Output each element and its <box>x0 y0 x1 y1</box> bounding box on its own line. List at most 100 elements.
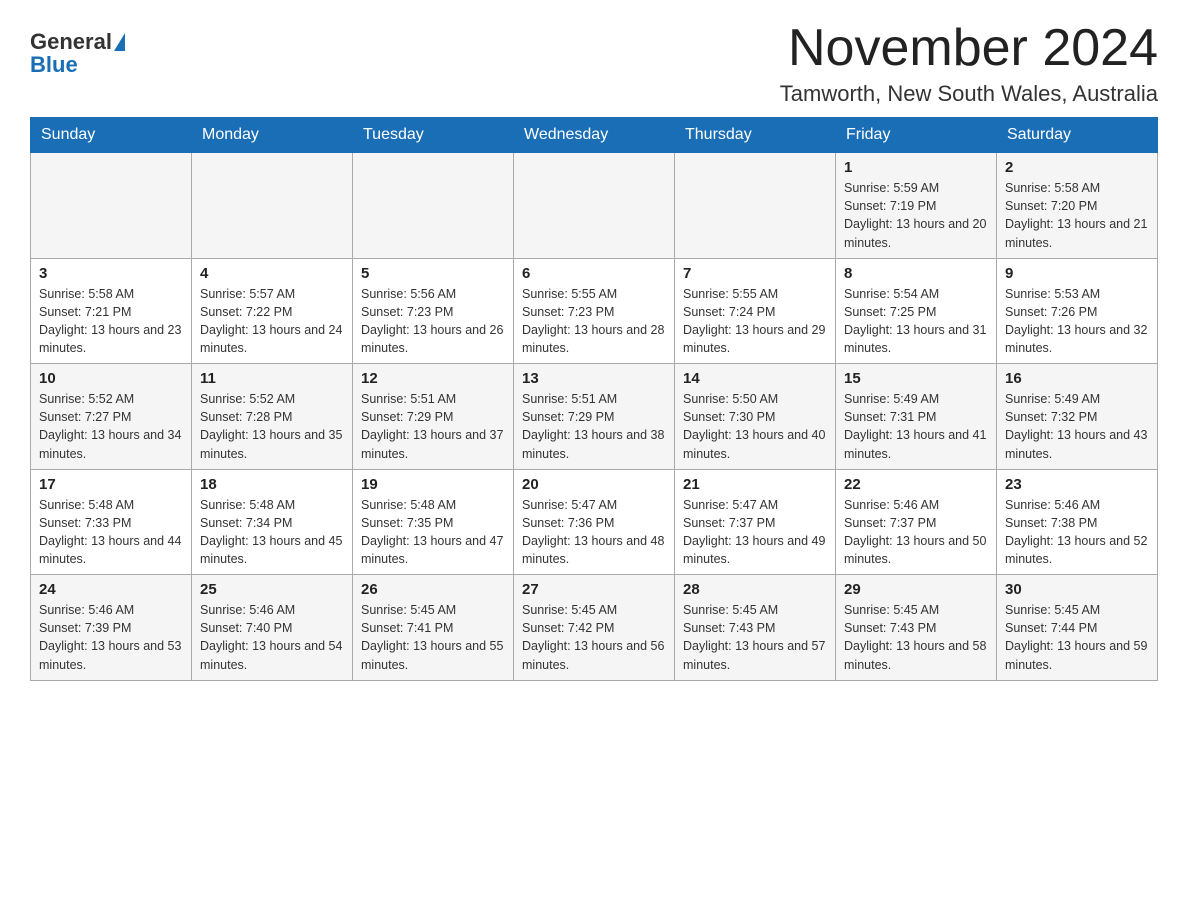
calendar-cell: 10 Sunrise: 5:52 AMSunset: 7:27 PMDayligh… <box>31 364 192 470</box>
day-number: 12 <box>361 370 505 387</box>
day-number: 19 <box>361 476 505 493</box>
calendar-cell: 1 Sunrise: 5:59 AMSunset: 7:19 PMDaylight… <box>836 153 997 259</box>
day-info: Sunrise: 5:58 AMSunset: 7:20 PMDaylight:… <box>1005 179 1149 252</box>
calendar-cell: 16Sunrise: 5:49 AMSunset: 7:32 PMDayligh… <box>997 364 1158 470</box>
calendar-cell: 4 Sunrise: 5:57 AMSunset: 7:22 PMDaylight… <box>192 258 353 364</box>
day-info: Sunrise: 5:55 AMSunset: 7:24 PMDaylight:… <box>683 285 827 358</box>
day-number: 27 <box>522 581 666 598</box>
day-info: Sunrise: 5:59 AMSunset: 7:19 PMDaylight:… <box>844 179 988 252</box>
day-info: Sunrise: 5:57 AMSunset: 7:22 PMDaylight:… <box>200 285 344 358</box>
day-info: Sunrise: 5:50 AMSunset: 7:30 PMDaylight:… <box>683 390 827 463</box>
day-info: Sunrise: 5:45 AMSunset: 7:44 PMDaylight:… <box>1005 601 1149 674</box>
calendar-cell: 25Sunrise: 5:46 AMSunset: 7:40 PMDayligh… <box>192 575 353 681</box>
calendar-cell: 2 Sunrise: 5:58 AMSunset: 7:20 PMDaylight… <box>997 153 1158 259</box>
calendar-cell: 29 Sunrise: 5:45 AMSunset: 7:43 PMDayligh… <box>836 575 997 681</box>
col-thursday: Thursday <box>675 118 836 153</box>
calendar-cell <box>675 153 836 259</box>
calendar-cell: 8 Sunrise: 5:54 AMSunset: 7:25 PMDaylight… <box>836 258 997 364</box>
day-number: 22 <box>844 476 988 493</box>
day-info: Sunrise: 5:54 AMSunset: 7:25 PMDaylight:… <box>844 285 988 358</box>
calendar-cell: 18Sunrise: 5:48 AMSunset: 7:34 PMDayligh… <box>192 469 353 575</box>
day-number: 9 <box>1005 265 1149 282</box>
day-number: 24 <box>39 581 183 598</box>
day-info: Sunrise: 5:48 AMSunset: 7:35 PMDaylight:… <box>361 496 505 569</box>
calendar-table: Sunday Monday Tuesday Wednesday Thursday… <box>30 117 1158 681</box>
day-number: 17 <box>39 476 183 493</box>
col-friday: Friday <box>836 118 997 153</box>
calendar-cell: 26 Sunrise: 5:45 AMSunset: 7:41 PMDayligh… <box>353 575 514 681</box>
day-info: Sunrise: 5:45 AMSunset: 7:43 PMDaylight:… <box>844 601 988 674</box>
day-number: 5 <box>361 265 505 282</box>
day-info: Sunrise: 5:47 AMSunset: 7:36 PMDaylight:… <box>522 496 666 569</box>
calendar-header-row: Sunday Monday Tuesday Wednesday Thursday… <box>31 118 1158 153</box>
day-number: 21 <box>683 476 827 493</box>
day-number: 1 <box>844 159 988 176</box>
col-monday: Monday <box>192 118 353 153</box>
calendar-cell <box>514 153 675 259</box>
day-info: Sunrise: 5:56 AMSunset: 7:23 PMDaylight:… <box>361 285 505 358</box>
day-number: 23 <box>1005 476 1149 493</box>
day-number: 20 <box>522 476 666 493</box>
header: General Blue November 2024 Tamworth, New… <box>30 20 1158 107</box>
day-info: Sunrise: 5:45 AMSunset: 7:43 PMDaylight:… <box>683 601 827 674</box>
col-saturday: Saturday <box>997 118 1158 153</box>
calendar-cell: 6 Sunrise: 5:55 AMSunset: 7:23 PMDaylight… <box>514 258 675 364</box>
day-info: Sunrise: 5:52 AMSunset: 7:27 PMDaylight:… <box>39 390 183 463</box>
calendar-cell: 12 Sunrise: 5:51 AMSunset: 7:29 PMDayligh… <box>353 364 514 470</box>
calendar-cell: 9 Sunrise: 5:53 AMSunset: 7:26 PMDaylight… <box>997 258 1158 364</box>
calendar-cell <box>31 153 192 259</box>
day-info: Sunrise: 5:51 AMSunset: 7:29 PMDaylight:… <box>522 390 666 463</box>
calendar-cell: 19 Sunrise: 5:48 AMSunset: 7:35 PMDayligh… <box>353 469 514 575</box>
calendar-cell: 30 Sunrise: 5:45 AMSunset: 7:44 PMDayligh… <box>997 575 1158 681</box>
col-sunday: Sunday <box>31 118 192 153</box>
calendar-week-row: 17 Sunrise: 5:48 AMSunset: 7:33 PMDayligh… <box>31 469 1158 575</box>
day-number: 2 <box>1005 159 1149 176</box>
calendar-week-row: 3 Sunrise: 5:58 AMSunset: 7:21 PMDaylight… <box>31 258 1158 364</box>
day-number: 10 <box>39 370 183 387</box>
calendar-cell: 28 Sunrise: 5:45 AMSunset: 7:43 PMDayligh… <box>675 575 836 681</box>
calendar-cell: 7 Sunrise: 5:55 AMSunset: 7:24 PMDaylight… <box>675 258 836 364</box>
calendar-cell: 14 Sunrise: 5:50 AMSunset: 7:30 PMDayligh… <box>675 364 836 470</box>
day-number: 14 <box>683 370 827 387</box>
day-number: 6 <box>522 265 666 282</box>
day-info: Sunrise: 5:58 AMSunset: 7:21 PMDaylight:… <box>39 285 183 358</box>
day-number: 30 <box>1005 581 1149 598</box>
calendar-cell: 20 Sunrise: 5:47 AMSunset: 7:36 PMDayligh… <box>514 469 675 575</box>
day-info: Sunrise: 5:51 AMSunset: 7:29 PMDaylight:… <box>361 390 505 463</box>
day-number: 15 <box>844 370 988 387</box>
day-number: 26 <box>361 581 505 598</box>
day-info: Sunrise: 5:49 AMSunset: 7:32 PMDaylight:… <box>1005 390 1149 463</box>
day-info: Sunrise: 5:46 AMSunset: 7:37 PMDaylight:… <box>844 496 988 569</box>
col-tuesday: Tuesday <box>353 118 514 153</box>
calendar-cell: 22 Sunrise: 5:46 AMSunset: 7:37 PMDayligh… <box>836 469 997 575</box>
day-info: Sunrise: 5:48 AMSunset: 7:34 PMDaylight:… <box>200 496 344 569</box>
calendar-cell: 23 Sunrise: 5:46 AMSunset: 7:38 PMDayligh… <box>997 469 1158 575</box>
day-number: 3 <box>39 265 183 282</box>
day-number: 4 <box>200 265 344 282</box>
day-number: 28 <box>683 581 827 598</box>
logo-text-blue: Blue <box>30 52 78 78</box>
day-info: Sunrise: 5:55 AMSunset: 7:23 PMDaylight:… <box>522 285 666 358</box>
calendar-cell: 3 Sunrise: 5:58 AMSunset: 7:21 PMDaylight… <box>31 258 192 364</box>
logo: General Blue <box>30 20 125 78</box>
logo-text-general: General <box>30 30 112 54</box>
calendar-cell: 11Sunrise: 5:52 AMSunset: 7:28 PMDayligh… <box>192 364 353 470</box>
day-info: Sunrise: 5:52 AMSunset: 7:28 PMDaylight:… <box>200 390 344 463</box>
day-info: Sunrise: 5:45 AMSunset: 7:42 PMDaylight:… <box>522 601 666 674</box>
location-subtitle: Tamworth, New South Wales, Australia <box>780 81 1158 107</box>
day-number: 29 <box>844 581 988 598</box>
day-number: 8 <box>844 265 988 282</box>
calendar-cell: 15Sunrise: 5:49 AMSunset: 7:31 PMDayligh… <box>836 364 997 470</box>
day-info: Sunrise: 5:45 AMSunset: 7:41 PMDaylight:… <box>361 601 505 674</box>
calendar-cell: 5 Sunrise: 5:56 AMSunset: 7:23 PMDaylight… <box>353 258 514 364</box>
day-number: 7 <box>683 265 827 282</box>
day-number: 25 <box>200 581 344 598</box>
day-info: Sunrise: 5:53 AMSunset: 7:26 PMDaylight:… <box>1005 285 1149 358</box>
calendar-week-row: 1 Sunrise: 5:59 AMSunset: 7:19 PMDaylight… <box>31 153 1158 259</box>
calendar-cell: 21Sunrise: 5:47 AMSunset: 7:37 PMDayligh… <box>675 469 836 575</box>
col-wednesday: Wednesday <box>514 118 675 153</box>
day-info: Sunrise: 5:48 AMSunset: 7:33 PMDaylight:… <box>39 496 183 569</box>
calendar-cell <box>353 153 514 259</box>
calendar-cell: 27 Sunrise: 5:45 AMSunset: 7:42 PMDayligh… <box>514 575 675 681</box>
day-info: Sunrise: 5:46 AMSunset: 7:38 PMDaylight:… <box>1005 496 1149 569</box>
